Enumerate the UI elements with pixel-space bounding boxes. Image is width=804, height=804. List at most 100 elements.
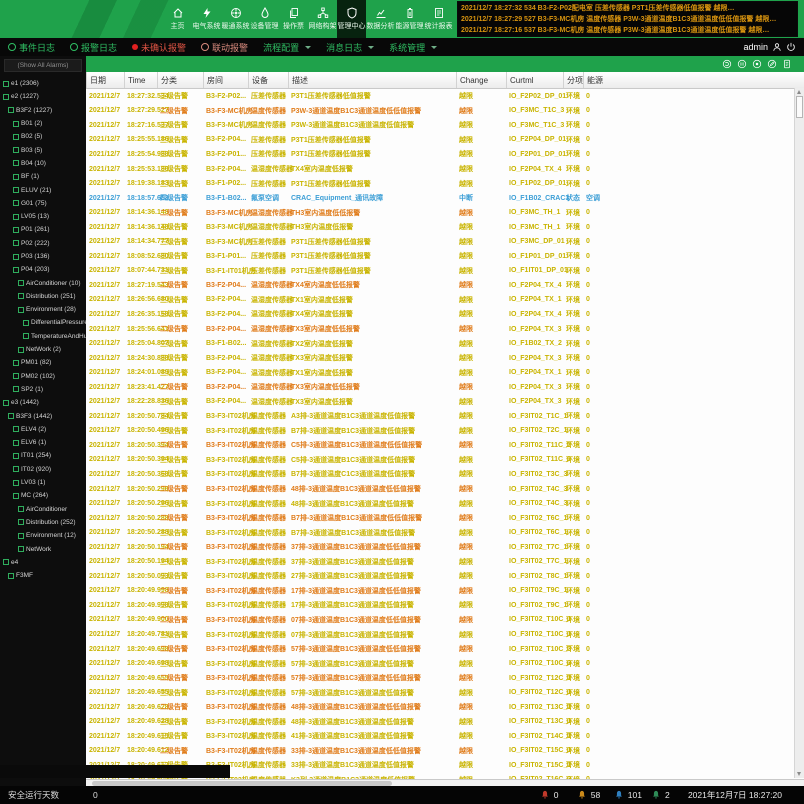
tree-node[interactable]: BF (1) <box>0 170 86 183</box>
column-header-日期[interactable]: 日期 <box>86 72 124 88</box>
tree-node[interactable]: B3F2 (1227) <box>0 104 86 117</box>
tree-node[interactable]: AirConditioner (10) <box>0 276 86 289</box>
show-all-alarms-button[interactable]: (Show All Alarms) <box>4 59 82 72</box>
alarm-row[interactable]: 2021/12/718:20:49.628二级告警B3-F3-IT02机房温度传… <box>86 700 804 715</box>
alarm-row[interactable]: 2021/12/718:20:49.612二级告警B3-F3-IT02机房温度传… <box>86 744 804 759</box>
nav-item-drop[interactable]: 设备管理 <box>250 0 279 38</box>
alarm-row[interactable]: 2021/12/718:26:56.680三级告警B3-F2-P04...温湿度… <box>86 293 804 308</box>
alarm-row[interactable]: 2021/12/718:27:16.537三级告警B3-F3-MC机房温度传感器… <box>86 118 804 133</box>
menu-item-报警日志[interactable]: 报警日志 <box>70 41 117 54</box>
pause-icon[interactable] <box>737 59 747 69</box>
tree-node[interactable]: e1 (2306) <box>0 77 86 90</box>
alarm-row[interactable]: 2021/12/718:20:49.698二级告警B3-F3-IT02机房温度传… <box>86 642 804 657</box>
tree-node[interactable]: P01 (261) <box>0 223 86 236</box>
tree-node[interactable]: Distribution (251) <box>0 290 86 303</box>
alarm-row[interactable]: 2021/12/718:24:30.888三级告警B3-F2-P04...温湿度… <box>86 351 804 366</box>
tree-node[interactable]: B3F3 (1442) <box>0 409 86 422</box>
alarm-row[interactable]: 2021/12/718:27:32.534三级告警B3-F2-P02...压差传… <box>86 89 804 104</box>
column-header-分项[interactable]: 分项 <box>563 72 583 88</box>
alarm-row[interactable]: 2021/12/718:20:50.784三级告警B3-F3-IT02机房温度传… <box>86 409 804 424</box>
alarm-row[interactable]: 2021/12/718:20:50.296二级告警B3-F3-IT02机房温度传… <box>86 482 804 497</box>
alarm-row[interactable]: 2021/12/718:20:49.781三级告警B3-F3-IT02机房温度传… <box>86 627 804 642</box>
alarm-row[interactable]: 2021/12/718:07:44.731三级告警B3-F1-IT01机房压差传… <box>86 264 804 279</box>
tree-node[interactable]: e3 (1442) <box>0 396 86 409</box>
nav-item-battery[interactable]: 能源管理 <box>395 0 424 38</box>
alarm-row[interactable]: 2021/12/718:23:41.427二级告警B3-F2-P04...温湿度… <box>86 380 804 395</box>
alarm-row[interactable]: 2021/12/718:14:34.777三级告警B3-F3-MC机房压差传感器… <box>86 234 804 249</box>
column-header-设备[interactable]: 设备 <box>248 72 288 88</box>
tree-node[interactable]: B02 (5) <box>0 130 86 143</box>
tree-node[interactable]: ELUV (21) <box>0 183 86 196</box>
alarm-row[interactable]: 2021/12/718:20:49.698三级告警B3-F3-IT02机房温度传… <box>86 656 804 671</box>
alarm-row[interactable]: 2021/12/718:20:50.496三级告警B3-F3-IT02机房温度传… <box>86 424 804 439</box>
alarm-bell-icon[interactable] <box>752 59 762 69</box>
power-icon[interactable] <box>786 42 796 52</box>
tree-node[interactable]: F3MF <box>0 569 86 582</box>
nav-item-doc[interactable]: 操作票 <box>279 0 308 38</box>
alarm-row[interactable]: 2021/12/718:08:52.680三级告警B3-F1-P01...压差传… <box>86 249 804 264</box>
alarm-row[interactable]: 2021/12/718:20:50.288二级告警B3-F3-IT02机房温度传… <box>86 511 804 526</box>
column-header-Change[interactable]: Change <box>456 72 506 88</box>
menu-item-流程配置[interactable]: 流程配置 <box>263 41 311 54</box>
tree-node[interactable]: IT01 (254) <box>0 449 86 462</box>
alarm-row[interactable]: 2021/12/718:25:04.807三级告警B3-F1-B02...温湿度… <box>86 336 804 351</box>
alarm-row[interactable]: 2021/12/718:18:57.653四级告警B3-F1-B02...氟泵空… <box>86 191 804 206</box>
vertical-scrollbar[interactable] <box>794 88 804 778</box>
alarm-row[interactable]: 2021/12/718:14:36.148三级告警B3-F3-MC机房温湿度传感… <box>86 220 804 235</box>
tree-node[interactable]: B04 (10) <box>0 157 86 170</box>
tree-node[interactable]: DifferentialPressureS <box>0 316 86 329</box>
tree-node[interactable]: B03 (5) <box>0 143 86 156</box>
alarm-row[interactable]: 2021/12/718:25:54.988三级告警B3-F2-P01...压差传… <box>86 147 804 162</box>
tree-node[interactable]: SP2 (1) <box>0 383 86 396</box>
tree-node[interactable]: IT02 (920) <box>0 463 86 476</box>
tree-node[interactable]: Distribution (252) <box>0 516 86 529</box>
tree-node[interactable]: PM02 (102) <box>0 370 86 383</box>
nav-item-net[interactable]: 网络构架 <box>308 0 337 38</box>
menu-item-系统管理[interactable]: 系统管理 <box>389 41 437 54</box>
alarm-row[interactable]: 2021/12/718:19:38.183三级告警B3-F1-P02...压差传… <box>86 176 804 191</box>
alarm-row[interactable]: 2021/12/718:25:56.641二级告警B3-F2-P04...温湿度… <box>86 322 804 337</box>
tree-node[interactable]: NetWork (2) <box>0 343 86 356</box>
alarm-row[interactable]: 2021/12/718:27:29.527二级告警B3-F3-MC机房温度传感器… <box>86 104 804 119</box>
refresh-icon[interactable] <box>722 59 732 69</box>
alarm-row[interactable]: 2021/12/718:20:49.615三级告警B3-F3-IT02机房温度传… <box>86 729 804 744</box>
menu-item-消息日志[interactable]: 消息日志 <box>326 41 374 54</box>
tree-node[interactable]: TemperatureAndHumidity <box>0 330 86 343</box>
alarm-row[interactable]: 2021/12/718:20:49.900二级告警B3-F3-IT02机房温度传… <box>86 613 804 628</box>
menu-item-未确认报警[interactable]: 未确认报警 <box>132 41 186 54</box>
alarm-row[interactable]: 2021/12/718:20:49.655二级告警B3-F3-IT02机房温度传… <box>86 671 804 686</box>
alarm-row[interactable]: 2021/12/718:20:50.288三级告警B3-F3-IT02机房温度传… <box>86 525 804 540</box>
tree-node[interactable]: PM01 (82) <box>0 356 86 369</box>
nav-item-fan[interactable]: 暖通系统 <box>221 0 250 38</box>
column-header-Curtml[interactable]: Curtml <box>506 72 563 88</box>
tree-node[interactable]: Environment (28) <box>0 303 86 316</box>
tree-node[interactable]: e4 <box>0 556 86 569</box>
alarm-row[interactable]: 2021/12/718:20:49.998二级告警B3-F3-IT02机房温度传… <box>86 584 804 599</box>
tree-node[interactable]: ELV6 (1) <box>0 436 86 449</box>
tree-node[interactable]: MC (264) <box>0 489 86 502</box>
user-icon[interactable] <box>772 42 782 52</box>
alarm-row[interactable]: 2021/12/718:20:49.655三级告警B3-F3-IT02机房温度传… <box>86 685 804 700</box>
tree-node[interactable]: LV05 (13) <box>0 210 86 223</box>
alarm-row[interactable]: 2021/12/718:20:49.628三级告警B3-F3-IT02机房温度传… <box>86 715 804 730</box>
alarm-row[interactable]: 2021/12/718:20:50.194三级告警B3-F3-IT02机房温度传… <box>86 555 804 570</box>
tree-node[interactable]: LV03 (1) <box>0 476 86 489</box>
tree-node[interactable]: P02 (222) <box>0 237 86 250</box>
tree-node[interactable]: NetWork <box>0 542 86 555</box>
alarm-row[interactable]: 2021/12/718:24:01.089三级告警B3-F2-P04...温湿度… <box>86 365 804 380</box>
tree-node[interactable]: e2 (1227) <box>0 90 86 103</box>
alarm-row[interactable]: 2021/12/718:27:19.543二级告警B3-F2-P04...温湿度… <box>86 278 804 293</box>
alarm-row[interactable]: 2021/12/718:26:35.158三级告警B3-F2-P04...温湿度… <box>86 307 804 322</box>
column-header-分类[interactable]: 分类 <box>157 72 203 88</box>
tree-node[interactable]: AirConditioner <box>0 503 86 516</box>
alarm-row[interactable]: 2021/12/718:20:50.394三级告警B3-F3-IT02机房温度传… <box>86 453 804 468</box>
alarm-row[interactable]: 2021/12/718:25:53.186三级告警B3-F2-P04...温湿度… <box>86 162 804 177</box>
nav-item-report[interactable]: 统计报表 <box>424 0 453 38</box>
alarm-row[interactable]: 2021/12/718:14:36.148二级告警B3-F3-MC机房温湿度传感… <box>86 205 804 220</box>
alarm-row[interactable]: 2021/12/718:20:50.194二级告警B3-F3-IT02机房温度传… <box>86 540 804 555</box>
nav-item-chart[interactable]: 数据分析 <box>366 0 395 38</box>
alarm-row[interactable]: 2021/12/718:20:50.368三级告警B3-F3-IT02机房温度传… <box>86 467 804 482</box>
alarm-row[interactable]: 2021/12/718:22:28.836三级告警B3-F2-P04...温湿度… <box>86 394 804 409</box>
tree-node[interactable]: P04 (203) <box>0 263 86 276</box>
tree-node[interactable]: ELV4 (2) <box>0 423 86 436</box>
